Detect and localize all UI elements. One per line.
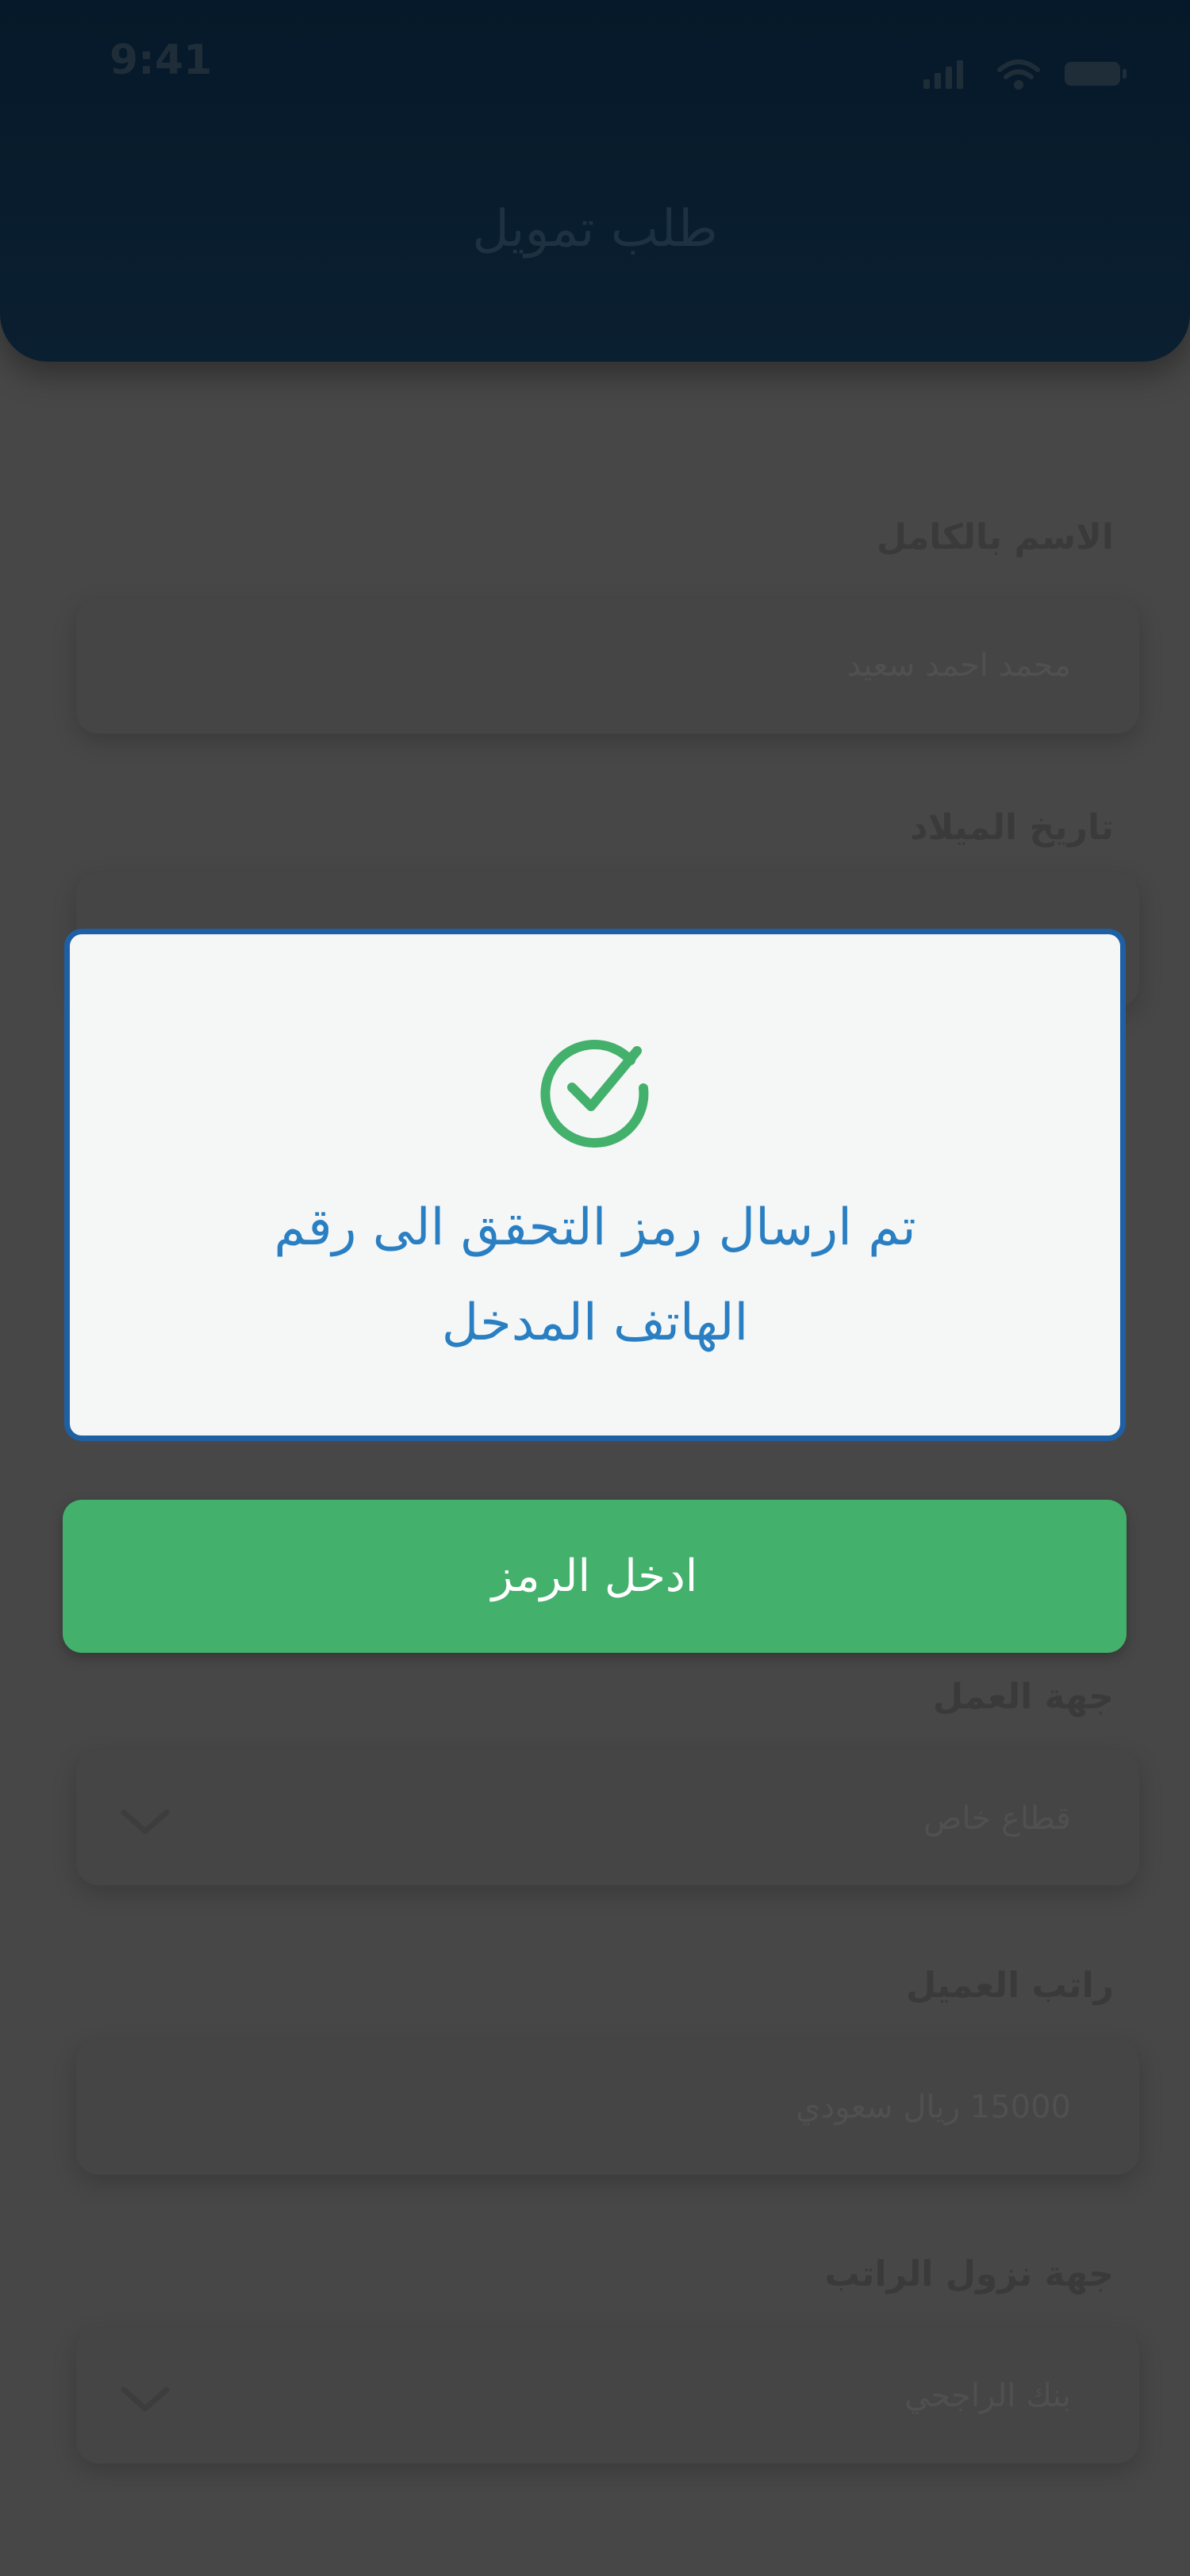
- verification-sent-dialog: تم ارسال رمز التحقق الى رقم الهاتف المدخ…: [64, 929, 1126, 1441]
- dialog-message-line-2: الهاتف المدخل: [441, 1294, 749, 1352]
- field-label-salary-bank: جهة نزول الراتب: [824, 2254, 1114, 2294]
- check-circle-icon: [540, 1040, 649, 1148]
- dialog-message-line-1: تم ارسال رمز التحقق الى رقم: [274, 1198, 916, 1257]
- status-icons: [923, 59, 1127, 90]
- wifi-icon: [997, 59, 1040, 90]
- salary-bank-placeholder: بنك الراجحي: [904, 2378, 1071, 2414]
- salary-placeholder: 15000 ريال سعودي: [796, 2089, 1071, 2126]
- dialog-message: تم ارسال رمز التحقق الى رقم الهاتف المدخ…: [149, 1180, 1041, 1370]
- field-label-employer: جهة العمل: [933, 1677, 1114, 1717]
- employer-placeholder: قطاع خاص: [923, 1800, 1071, 1837]
- full-name-placeholder: محمد احمد سعيد: [846, 647, 1071, 684]
- battery-icon: [1065, 62, 1127, 86]
- field-label-full-name: الاسم بالكامل: [876, 517, 1114, 558]
- chevron-down-icon: [121, 2386, 170, 2412]
- field-label-salary: راتب العميل: [905, 1965, 1114, 2006]
- signal-icon: [923, 60, 963, 89]
- page-title: طلب تمويل: [472, 200, 718, 259]
- chevron-down-icon: [121, 1809, 170, 1834]
- field-label-birth-date: تاريخ الميلاد: [910, 807, 1114, 848]
- app-header: 9:41 طلب تمويل: [0, 0, 1190, 362]
- enter-code-button[interactable]: ادخل الرمز: [63, 1500, 1127, 1653]
- status-time: 9:41: [109, 36, 213, 84]
